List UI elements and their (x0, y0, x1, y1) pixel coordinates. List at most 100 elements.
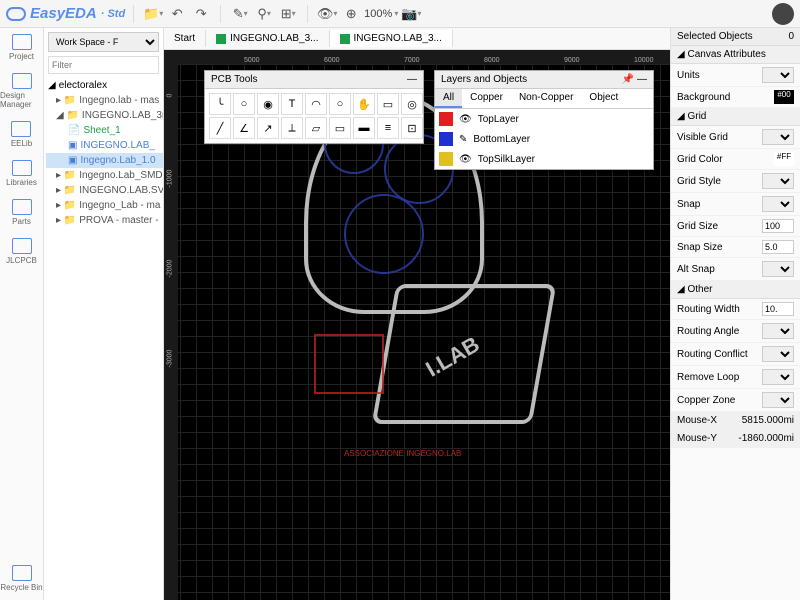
tool-pad-icon[interactable]: ○ (233, 93, 255, 115)
tree-node[interactable]: ◢ 📁 INGEGNO.LAB_3r (46, 108, 163, 123)
tree-node-pcb-selected[interactable]: ▣ Ingegno.Lab_1.0 (46, 153, 163, 168)
top-toolbar: EasyEDA · Std 📁▾ ↶ ↷ ✎▾ ⚲▾ ⊞▾ 👁▾ ⊕ 100%▾… (0, 0, 800, 28)
project-tree-panel: Work Space - F ◢ electoralex ▸ 📁 Ingegno… (44, 28, 164, 600)
minimize-icon[interactable]: — (637, 74, 647, 85)
mouse-x-label: Mouse-X (677, 415, 717, 426)
tool-copper-icon[interactable]: ▭ (329, 117, 351, 139)
redo-icon[interactable]: ↷ (190, 3, 212, 25)
tool-move-icon[interactable]: ✋ (353, 93, 375, 115)
sidebar-libraries[interactable]: Libraries (6, 160, 37, 187)
grid-size-input[interactable] (762, 219, 794, 233)
sidebar-project[interactable]: Project (9, 34, 34, 61)
sidebar-recycle-bin[interactable]: Recycle Bin (0, 565, 42, 592)
workspace-select[interactable]: Work Space - F (48, 32, 159, 52)
pcb-tools-title: PCB Tools (211, 74, 258, 85)
tree-node[interactable]: ▸ 📁 Ingegno.lab - mas (46, 93, 163, 108)
tree-node[interactable]: ▸ 📁 Ingegno_Lab - ma (46, 198, 163, 213)
routing-angle-select[interactable] (762, 323, 794, 339)
tool-rect-icon[interactable]: ▭ (377, 93, 399, 115)
pcb-canvas[interactable]: 0-1000-2000-3000 I.LAB ASSOCIAZIONE INGE… (164, 64, 670, 600)
eye-icon[interactable]: 👁 (459, 114, 472, 125)
layer-tab-object[interactable]: Object (581, 89, 626, 108)
tree-root[interactable]: ◢ electoralex (46, 78, 163, 93)
tree-node-sheet[interactable]: 📄 Sheet_1 (46, 123, 163, 138)
align-icon[interactable]: ⊞▾ (277, 3, 299, 25)
jlcpcb-icon (12, 238, 32, 254)
tool-angle-icon[interactable]: ∠ (233, 117, 255, 139)
grid-color-swatch[interactable]: #FF (774, 152, 794, 166)
alt-snap-select[interactable] (762, 261, 794, 277)
tab-start[interactable]: Start (164, 30, 206, 47)
remove-loop-select[interactable] (762, 369, 794, 385)
undo-icon[interactable]: ↶ (166, 3, 188, 25)
layers-panel[interactable]: Layers and Objects📌 — All Copper Non-Cop… (434, 70, 654, 170)
sidebar-eelib[interactable]: EELib (11, 121, 32, 148)
background-label: Background (677, 92, 730, 103)
app-logo: EasyEDA · Std (6, 5, 125, 22)
file-menu-icon[interactable]: 📁▾ (142, 3, 164, 25)
tree-node[interactable]: ▸ 📁 PROVA - master - (46, 213, 163, 228)
tool-circle-icon[interactable]: ○ (329, 93, 351, 115)
zoom-level[interactable]: 100% (364, 8, 392, 20)
selected-count: 0 (788, 31, 794, 42)
camera-icon[interactable]: 📷▾ (400, 3, 422, 25)
pencil-icon[interactable]: ✎ (459, 134, 467, 145)
tool-via-icon[interactable]: ◉ (257, 93, 279, 115)
zoom-icon[interactable]: ⊕ (340, 3, 362, 25)
tool-grid: ╰ ○ ◉ T ◠ ○ ✋ ▭ ◎ ╱ ∠ ↗ ⟂ ▱ ▭ (209, 93, 419, 139)
pin-icon[interactable]: 📌 (622, 74, 634, 85)
filter-input[interactable] (48, 56, 159, 74)
units-select[interactable] (762, 67, 794, 83)
grid-style-select[interactable] (762, 173, 794, 189)
tool-measure-icon[interactable]: ≡ (377, 117, 399, 139)
selected-objects-label: Selected Objects (677, 31, 753, 42)
tool-line-icon[interactable]: ╱ (209, 117, 231, 139)
tool-group-icon[interactable]: ⊡ (401, 117, 423, 139)
section-other[interactable]: ◢ Other (671, 281, 800, 299)
tree-node[interactable]: ▸ 📁 Ingegno.Lab_SMD (46, 168, 163, 183)
tool-text-icon[interactable]: T (281, 93, 303, 115)
sidebar-jlcpcb[interactable]: JLCPCB (6, 238, 37, 265)
routing-conflict-select[interactable] (762, 346, 794, 362)
visible-grid-select[interactable] (762, 129, 794, 145)
ruler-horizontal: 5000600070008000900010000 (164, 50, 670, 64)
tool-hole-icon[interactable]: ◎ (401, 93, 423, 115)
mouse-y-value: -1860.000mi (738, 433, 794, 444)
pcb-tools-panel[interactable]: PCB Tools — ╰ ○ ◉ T ◠ ○ ✋ ▭ ◎ ╱ ∠ ↗ (204, 70, 424, 144)
pencil-icon[interactable]: ✎▾ (229, 3, 251, 25)
tool-solid-icon[interactable]: ▬ (353, 117, 375, 139)
tool-region-icon[interactable]: ▱ (305, 117, 327, 139)
background-swatch[interactable]: #00 (774, 90, 794, 104)
tree-node[interactable]: ▸ 📁 INGEGNO.LAB.SV (46, 183, 163, 198)
minimize-icon[interactable]: — (407, 74, 417, 85)
user-avatar[interactable] (772, 3, 794, 25)
layer-tab-all[interactable]: All (435, 89, 462, 108)
sidebar-parts[interactable]: Parts (12, 199, 32, 226)
layer-row-silk[interactable]: 👁TopSilkLayer (435, 149, 653, 169)
tool-connect-icon[interactable]: ⟂ (281, 117, 303, 139)
ruler-vertical: 0-1000-2000-3000 (164, 64, 178, 600)
snap-select[interactable] (762, 196, 794, 212)
layer-tab-copper[interactable]: Copper (462, 89, 511, 108)
layer-tab-noncopper[interactable]: Non-Copper (511, 89, 581, 108)
layer-row-bottom[interactable]: ✎BottomLayer (435, 129, 653, 149)
tab-doc1[interactable]: INGEGNO.LAB_3... (206, 30, 329, 47)
layer-color-swatch (439, 112, 453, 126)
eye-icon[interactable]: 👁 (459, 154, 472, 165)
search-icon (12, 160, 32, 176)
copper-zone-select[interactable] (762, 392, 794, 408)
properties-panel: Selected Objects0 ◢ Canvas Attributes Un… (670, 28, 800, 600)
tree-node-pcb[interactable]: ▣ INGEGNO.LAB_ (46, 138, 163, 153)
section-canvas[interactable]: ◢ Canvas Attributes (671, 46, 800, 64)
layer-row-top[interactable]: 👁TopLayer (435, 109, 653, 129)
snap-size-input[interactable] (762, 240, 794, 254)
section-grid[interactable]: ◢ Grid (671, 108, 800, 126)
routing-width-input[interactable] (762, 302, 794, 316)
sidebar-design-manager[interactable]: Design Manager (0, 73, 43, 109)
tool-dimension-icon[interactable]: ↗ (257, 117, 279, 139)
tool-arc-icon[interactable]: ◠ (305, 93, 327, 115)
tab-doc2[interactable]: INGEGNO.LAB_3... (330, 30, 453, 47)
eye-icon[interactable]: 👁▾ (316, 3, 338, 25)
pin-icon[interactable]: ⚲▾ (253, 3, 275, 25)
tool-track-icon[interactable]: ╰ (209, 93, 231, 115)
